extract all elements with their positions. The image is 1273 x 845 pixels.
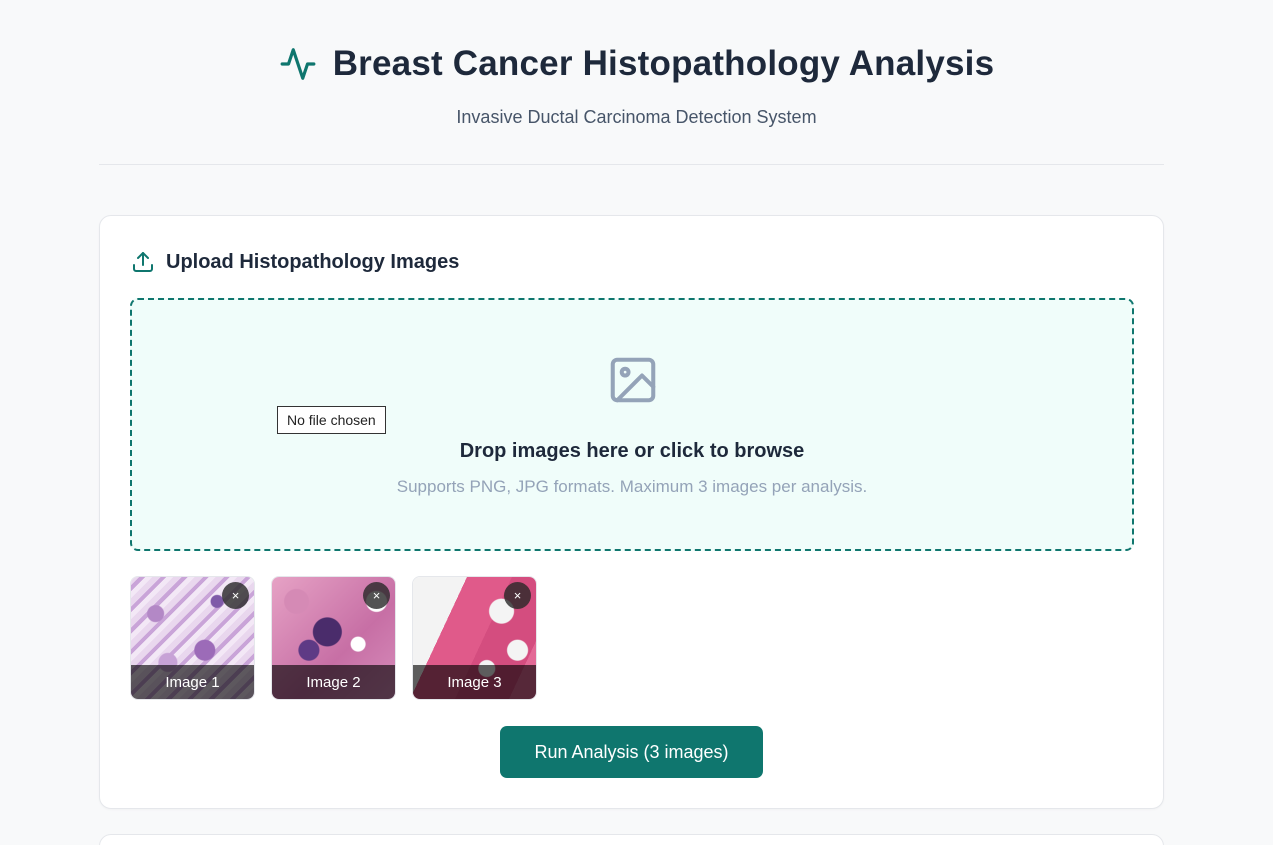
image-dropzone[interactable]: No file chosen Drop images here or click…: [130, 298, 1134, 551]
upload-icon: [131, 250, 155, 274]
image-icon: [606, 353, 660, 407]
thumbnail-list: × Image 1 × Image 2 × Image 3: [130, 576, 537, 700]
results-card: [99, 834, 1164, 845]
page: Breast Cancer Histopathology Analysis In…: [0, 0, 1273, 845]
image-thumbnail: × Image 2: [271, 576, 396, 700]
title-row: Breast Cancer Histopathology Analysis: [0, 44, 1273, 84]
image-thumbnail: × Image 1: [130, 576, 255, 700]
upload-card: Upload Histopathology Images No file cho…: [99, 215, 1164, 809]
remove-image-button[interactable]: ×: [504, 582, 531, 609]
thumbnail-label: Image 1: [131, 665, 254, 699]
remove-image-button[interactable]: ×: [222, 582, 249, 609]
header-divider: [99, 164, 1164, 165]
page-subtitle: Invasive Ductal Carcinoma Detection Syst…: [456, 107, 817, 127]
upload-card-title: Upload Histopathology Images: [166, 250, 460, 273]
image-thumbnail: × Image 3: [412, 576, 537, 700]
dropzone-title: Drop images here or click to browse: [459, 440, 805, 462]
thumbnail-label: Image 3: [413, 665, 536, 699]
remove-image-button[interactable]: ×: [363, 582, 390, 609]
dropzone-hint: Supports PNG, JPG formats. Maximum 3 ima…: [396, 477, 868, 496]
upload-card-header: Upload Histopathology Images: [131, 250, 459, 274]
page-title: Breast Cancer Histopathology Analysis: [332, 44, 995, 83]
run-analysis-button[interactable]: Run Analysis (3 images): [500, 726, 763, 778]
header: Breast Cancer Histopathology Analysis In…: [0, 0, 1273, 165]
pulse-icon: [279, 45, 317, 83]
thumbnail-label: Image 2: [272, 665, 395, 699]
file-input[interactable]: No file chosen: [277, 406, 386, 434]
